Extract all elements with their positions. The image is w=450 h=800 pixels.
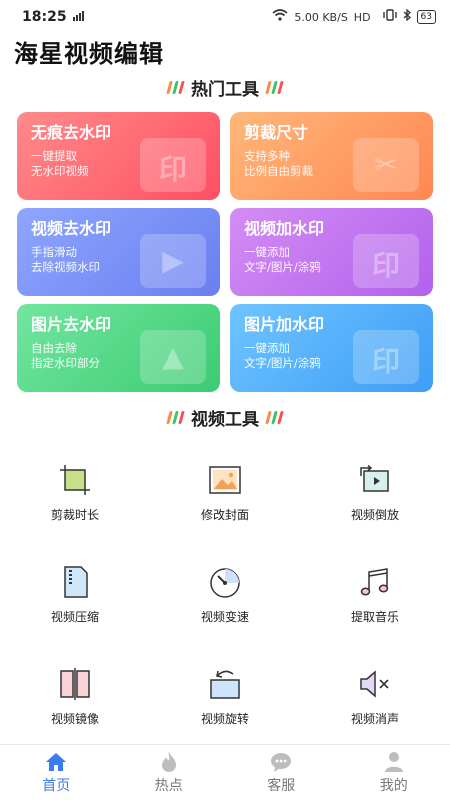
app-title: 海星视频编辑: [14, 40, 164, 68]
video-tools-header: 视频工具: [0, 406, 450, 430]
nav-item-service[interactable]: 客服: [225, 745, 338, 800]
net-type: HD: [353, 10, 371, 24]
chat-icon: [269, 751, 293, 773]
crop-icon: [55, 460, 95, 500]
nav-item-hot[interactable]: 热点: [113, 745, 226, 800]
music-icon: [355, 562, 395, 602]
tool-label: 视频压缩: [50, 610, 99, 624]
tool-label: 修改封面: [200, 508, 249, 522]
image-icon: [205, 460, 245, 500]
tool-label: 剪裁时长: [50, 508, 99, 522]
tool-mirror-video[interactable]: 视频镜像: [0, 664, 150, 744]
tool-rotate-video[interactable]: 视频旋转: [150, 664, 300, 744]
user-icon: [382, 751, 406, 773]
status-bar: 18:25 5.00 KB/S HD 63: [0, 0, 450, 34]
tool-label: 视频镜像: [50, 712, 99, 726]
stripes-decoration-left: [166, 410, 185, 424]
tool-mute-video[interactable]: 视频消声: [300, 664, 450, 744]
nav-label: 客服: [267, 777, 296, 794]
card-video-remove-watermark[interactable]: 视频去水印 手指滑动 去除视频水印 ▶: [17, 208, 220, 296]
card-crop-size[interactable]: 剪裁尺寸 支持多种 比例自由剪裁 ✂: [230, 112, 433, 200]
fire-icon: [157, 751, 181, 773]
zip-icon: [55, 562, 95, 602]
hot-tools-header: 热门工具: [0, 76, 450, 100]
nav-item-home[interactable]: 首页: [0, 745, 113, 800]
stamp-icon: 印: [353, 330, 419, 384]
scissors-icon: ✂: [353, 138, 419, 192]
nav-label: 首页: [42, 777, 71, 794]
home-icon: [44, 751, 68, 773]
tool-label: 视频旋转: [200, 712, 249, 726]
nav-label: 热点: [154, 777, 183, 794]
card-image-add-watermark[interactable]: 图片加水印 一键添加 文字/图片/涂鸦 印: [230, 304, 433, 392]
tool-label: 视频倒放: [350, 508, 399, 522]
tool-label: 视频变速: [200, 610, 249, 624]
nav-label: 我的: [379, 777, 408, 794]
net-speed: 5.00 KB/S: [294, 10, 348, 24]
mirror-icon: [55, 664, 95, 704]
hot-tools-title: 热门工具: [191, 79, 259, 100]
tool-reverse-video[interactable]: 视频倒放: [300, 460, 450, 540]
nav-item-mine[interactable]: 我的: [338, 745, 450, 800]
video-tools-title: 视频工具: [191, 409, 259, 430]
sim-icon: [72, 9, 87, 25]
stripes-decoration-right: [265, 410, 284, 424]
tool-change-cover[interactable]: 修改封面: [150, 460, 300, 540]
tool-change-speed[interactable]: 视频变速: [150, 562, 300, 642]
stamp-icon: 印: [140, 138, 206, 192]
card-remove-watermark-seamless[interactable]: 无痕去水印 一键提取 无水印视频 印: [17, 112, 220, 200]
rotate-icon: [205, 664, 245, 704]
card-image-remove-watermark[interactable]: 图片去水印 自由去除 指定水印部分 ▲: [17, 304, 220, 392]
card-video-add-watermark[interactable]: 视频加水印 一键添加 文字/图片/涂鸦 印: [230, 208, 433, 296]
status-time: 18:25: [22, 9, 67, 25]
stripes-decoration-left: [166, 80, 185, 94]
tool-extract-music[interactable]: 提取音乐: [300, 562, 450, 642]
battery-indicator: 63: [416, 10, 436, 24]
mute-icon: [355, 664, 395, 704]
image-icon: ▲: [140, 330, 206, 384]
vibrate-icon: [382, 9, 397, 25]
bottom-nav: 首页 热点 客服 我的: [0, 744, 450, 800]
video-play-icon: ▶: [140, 234, 206, 288]
wifi-icon: [272, 9, 288, 25]
tool-compress-video[interactable]: 视频压缩: [0, 562, 150, 642]
bluetooth-icon: [403, 8, 411, 25]
speed-icon: [205, 562, 245, 602]
stripes-decoration-right: [265, 80, 284, 94]
tool-label: 提取音乐: [350, 610, 399, 624]
tool-trim-duration[interactable]: 剪裁时长: [0, 460, 150, 540]
rewind-icon: [355, 460, 395, 500]
stamp-icon: 印: [353, 234, 419, 288]
tool-label: 视频消声: [350, 712, 399, 726]
